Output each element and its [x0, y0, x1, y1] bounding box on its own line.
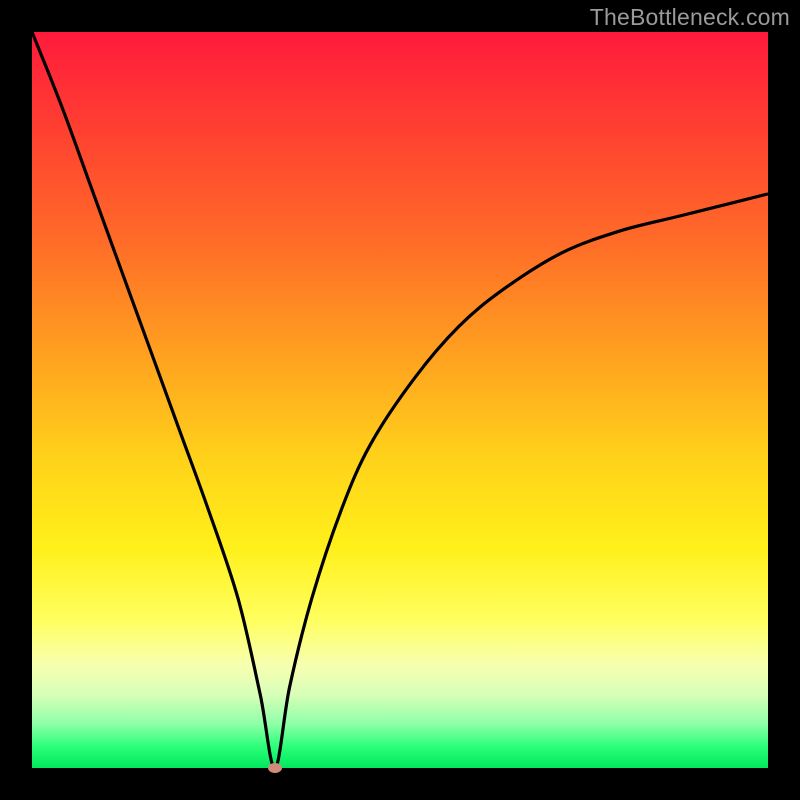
- bottleneck-curve: [32, 32, 768, 768]
- plot-area: [32, 32, 768, 768]
- chart-frame: TheBottleneck.com: [0, 0, 800, 800]
- watermark-text: TheBottleneck.com: [590, 4, 790, 31]
- curve-path: [32, 32, 768, 768]
- minimum-marker: [268, 763, 282, 773]
